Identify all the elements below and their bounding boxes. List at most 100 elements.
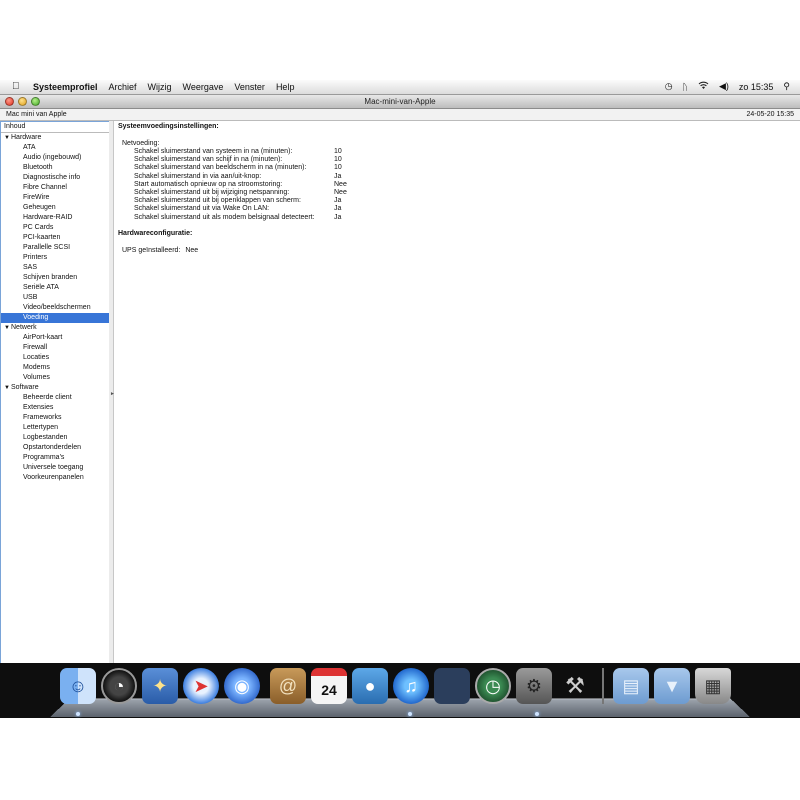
power-setting-label: Schakel sluimerstand in via aan/uit-knop… [134,172,262,180]
documents-folder-icon[interactable]: ▤ [613,668,649,704]
trash-icon[interactable]: ▦ [695,668,731,704]
sidebar-item[interactable]: Fibre Channel [1,183,109,193]
menu-list: Systeemprofiel Archief Wijzig Weergave Vens… [33,82,294,92]
sidebar-item[interactable]: Universele toegang [1,463,109,473]
disclosure-triangle-icon[interactable]: ▼ [4,323,11,333]
sidebar-item[interactable]: Hardware-RAID [1,213,109,223]
time-machine-status-icon[interactable]: ◷ [665,81,673,92]
sidebar-item[interactable]: Firewall [1,343,109,353]
sidebar-item[interactable]: ATA [1,143,109,153]
sidebar-item[interactable]: Beheerde client [1,393,109,403]
volume-icon[interactable]: ◀) [719,81,729,92]
sidebar-item[interactable]: Seriële ATA [1,283,109,293]
address-book-icon[interactable]: @ [270,668,306,704]
spotlight-search-icon[interactable]: ⚲ [783,81,790,92]
power-setting-value: 10 [334,164,342,172]
sidebar-item[interactable]: Opstartonderdelen [1,443,109,453]
section-power-settings: Systeemvoedingsinstellingen: [118,123,219,130]
power-setting-row: Schakel sluimerstand uit bij openklappen… [134,197,347,205]
sidebar-item[interactable]: Audio (ingebouwd) [1,153,109,163]
sidebar-category-hardware[interactable]: ▼Hardware [1,133,109,143]
sidebar-category-label: Netwerk [11,324,37,331]
sidebar-item[interactable]: Frameworks [1,413,109,423]
zoom-button[interactable] [31,97,40,106]
ac-power-label: Netvoeding: [122,140,160,147]
menu-venster[interactable]: Venster [234,82,265,92]
sidebar-item[interactable]: Parallelle SCSI [1,243,109,253]
sidebar-item[interactable]: AirPort-kaart [1,333,109,343]
close-button[interactable] [5,97,14,106]
sidebar-item[interactable]: Modems [1,363,109,373]
safari-icon[interactable]: ➤ [183,668,219,704]
sidebar-item[interactable]: Schijven branden [1,273,109,283]
sidebar-item[interactable]: Geheugen [1,203,109,213]
report-date: 24-05-20 15:35 [746,111,794,118]
running-indicator [535,712,539,716]
ups-label: UPS geïnstalleerd: [122,247,181,254]
sidebar-item[interactable]: FireWire [1,193,109,203]
menu-app-name[interactable]: Systeemprofiel [33,82,98,92]
menu-wijzig[interactable]: Wijzig [148,82,172,92]
utilities-icon[interactable]: ⚒ [557,668,593,704]
sidebar-category-netwerk[interactable]: ▼Netwerk [1,323,109,333]
dock: ☺ ◔ ✦ ➤ ◉ @ 24 ● ♫ ◷ ⚙ ⚒ ▤ ▼ ▦ [60,668,731,704]
sidebar-item[interactable]: Logbestanden [1,433,109,443]
ichat-icon[interactable]: ◉ [224,668,260,704]
ups-value: Nee [185,247,199,254]
power-setting-label: Schakel sluimerstand van beeldscherm in … [134,164,307,172]
spaces-icon[interactable] [434,668,470,704]
ical-icon[interactable]: 24 [311,668,347,704]
sidebar-item[interactable]: Locaties [1,353,109,363]
sidebar-item[interactable]: USB [1,293,109,303]
sidebar-category-software[interactable]: ▼Software [1,383,109,393]
sidebar-item[interactable]: Printers [1,253,109,263]
running-indicator [408,712,412,716]
sidebar-item[interactable]: SAS [1,263,109,273]
contents-sidebar: Inhoud ▼Hardware ATA Audio (ingebouwd) Blue… [0,121,110,673]
sidebar-item[interactable]: Diagnostische info [1,173,109,183]
system-preferences-icon[interactable]: ⚙ [516,668,552,704]
time-machine-icon[interactable]: ◷ [475,668,511,704]
menu-help[interactable]: Help [276,82,295,92]
disclosure-triangle-icon[interactable]: ▼ [4,383,11,393]
disclosure-triangle-icon[interactable]: ▼ [4,133,11,143]
sidebar-item[interactable]: Volumes [1,373,109,383]
apple-menu-icon[interactable]:  [12,81,20,92]
sidebar-item[interactable]: Extensies [1,403,109,413]
dashboard-icon[interactable]: ◔ [101,668,137,704]
power-setting-value: 10 [334,156,342,164]
power-setting-label: Schakel sluimerstand van systeem in na (… [134,148,293,155]
itunes-icon[interactable]: ♫ [393,668,429,704]
power-setting-row: Start automatisch opnieuw op na stroomst… [134,181,347,189]
power-setting-value: Ja [334,172,342,180]
finder-icon[interactable]: ☺ [60,668,96,704]
sidebar-item[interactable]: Voeding [1,313,109,323]
sidebar-item[interactable]: Voorkeurenpanelen [1,473,109,483]
sidebar-item[interactable]: Video/beeldschermen [1,303,109,313]
section-hardware-config: Hardwareconfiguratie: [118,230,193,237]
wifi-icon[interactable] [698,81,709,92]
power-setting-value: Ja [334,213,342,221]
menu-clock[interactable]: zo 15:35 [739,82,774,92]
sidebar-item[interactable]: Programma's [1,453,109,463]
mail-icon[interactable]: ✦ [142,668,178,704]
iphoto-icon[interactable]: ● [352,668,388,704]
sidebar-item[interactable]: Lettertypen [1,423,109,433]
sidebar-header: Inhoud [1,121,109,133]
power-setting-label: Start automatisch opnieuw op na stroomst… [134,180,283,188]
power-setting-row: Schakel sluimerstand uit via Wake On LAN… [134,205,347,213]
downloads-folder-icon[interactable]: ▼ [654,668,690,704]
window-title: Mac-mini-van-Apple [364,97,436,106]
sidebar-item[interactable]: PCI-kaarten [1,233,109,243]
menu-weergave[interactable]: Weergave [183,82,224,92]
power-setting-label: Schakel sluimerstand uit via Wake On LAN… [134,205,270,213]
window-titlebar[interactable]: Mac-mini-van-Apple [0,95,800,109]
sidebar-item[interactable]: Bluetooth [1,163,109,173]
power-setting-label: Schakel sluimerstand uit als modem belsi… [134,213,315,221]
bluetooth-icon[interactable]: ᚢ [683,82,688,92]
info-bar: Mac mini van Apple 24-05-20 15:35 [0,109,800,121]
minimize-button[interactable] [18,97,27,106]
power-setting-row: Schakel sluimerstand uit bij wijziging n… [134,189,347,197]
menu-archief[interactable]: Archief [109,82,137,92]
sidebar-item[interactable]: PC Cards [1,223,109,233]
